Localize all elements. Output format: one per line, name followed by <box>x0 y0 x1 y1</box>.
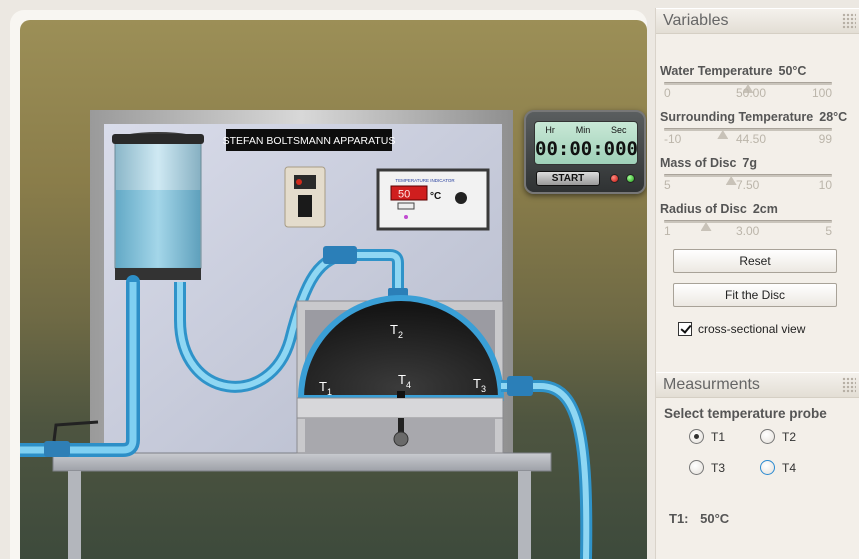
apparatus-scene: STEFAN BOLTSMANN APPARATUS TEMPERATURE I… <box>20 20 647 559</box>
slider-current: 3.00 <box>736 224 760 238</box>
variables-header[interactable]: Variables <box>656 8 859 34</box>
measurements-header[interactable]: Measurments <box>656 372 859 398</box>
fit-disc-button[interactable]: Fit the Disc <box>673 283 837 307</box>
stop-led-icon <box>610 174 619 183</box>
slider-thumb[interactable] <box>717 130 729 139</box>
probe-radio-t4[interactable]: T4 <box>760 460 796 475</box>
probe-radio-t2[interactable]: T2 <box>760 429 796 444</box>
variables-title: Variables <box>663 12 729 29</box>
table-leg-left <box>68 471 81 559</box>
var-label: Radius of Disc <box>660 202 747 216</box>
control-panel: Variables Water Temperature 50°C 0 50.00 … <box>655 8 859 559</box>
readout-value: 50°C <box>700 511 730 526</box>
var-label: Mass of Disc <box>660 156 737 170</box>
slider-current: 44.50 <box>736 132 767 146</box>
disc <box>397 391 405 398</box>
reset-button[interactable]: Reset <box>673 249 837 273</box>
cross-section-toggle[interactable]: cross-sectional view <box>678 322 805 336</box>
tank-lid <box>112 134 204 144</box>
timer-label-hr: Hr <box>545 125 555 135</box>
table-leg-right <box>518 471 531 559</box>
slider-min: -10 <box>664 132 682 146</box>
mass-of-disc-slider[interactable]: 5 7.50 10 <box>660 172 859 194</box>
readout-label: T1: <box>669 511 689 526</box>
var-mass-of-disc: Mass of Disc 7g 5 7.50 10 <box>660 156 859 194</box>
radio-button[interactable] <box>760 460 775 475</box>
surrounding-temperature-slider[interactable]: -10 44.50 99 <box>660 126 859 148</box>
var-radius-of-disc: Radius of Disc 2cm 1 3.00 5 <box>660 202 859 240</box>
slider-min: 1 <box>664 224 671 238</box>
var-value: 50°C <box>778 64 807 78</box>
indicator-brand: TEMPERATURE INDICATOR <box>395 178 455 183</box>
var-label: Water Temperature <box>660 64 773 78</box>
probe-select-title: Select temperature probe <box>664 406 827 421</box>
stopwatch-screen: Hr Min Sec 00:00:000 <box>534 121 638 165</box>
outlet-connector <box>507 376 533 396</box>
slider-min: 0 <box>664 86 671 100</box>
valve-body <box>44 441 70 457</box>
var-value: 7g <box>742 156 758 170</box>
base-plate <box>296 397 504 419</box>
slider-current: 50.00 <box>736 86 767 100</box>
radius-of-disc-slider[interactable]: 1 3.00 5 <box>660 218 859 240</box>
probe-radio-t1[interactable]: T1 <box>689 429 725 444</box>
var-label: Surrounding Temperature <box>660 110 814 124</box>
grip-icon <box>842 377 856 393</box>
var-value: 2cm <box>752 202 778 216</box>
apparatus-drawing: STEFAN BOLTSMANN APPARATUS TEMPERATURE I… <box>20 110 593 559</box>
slider-thumb[interactable] <box>700 222 712 231</box>
tank-water <box>116 190 200 268</box>
slider-max: 5 <box>825 224 832 238</box>
radio-button[interactable] <box>689 460 704 475</box>
indicator-unit: °C <box>430 191 441 202</box>
water-temperature-slider[interactable]: 0 50.00 100 <box>660 80 859 102</box>
slider-min: 5 <box>664 178 671 192</box>
stopwatch: Hr Min Sec 00:00:000 START <box>524 110 646 194</box>
timer-display: 00:00:000 <box>535 138 638 160</box>
start-button[interactable]: START <box>536 171 600 186</box>
probe-radio-t3[interactable]: T3 <box>689 460 725 475</box>
radio-label: T4 <box>782 460 797 475</box>
radio-label: T1 <box>711 429 726 444</box>
var-water-temperature: Water Temperature 50°C 0 50.00 100 <box>660 64 859 102</box>
apparatus-title: STEFAN BOLTSMANN APPARATUS <box>223 135 396 147</box>
grip-icon <box>842 13 856 29</box>
radio-button[interactable] <box>760 429 775 444</box>
timer-label-min: Min <box>575 125 591 135</box>
slider-max: 99 <box>818 132 832 146</box>
cross-section-checkbox[interactable] <box>678 322 692 336</box>
slider-current: 7.50 <box>736 178 760 192</box>
timer-label-sec: Sec <box>611 125 627 135</box>
radio-label: T2 <box>782 429 797 444</box>
var-surrounding-temperature: Surrounding Temperature 28°C -10 44.50 99 <box>660 110 859 148</box>
simulation-stage: STEFAN BOLTSMANN APPARATUS TEMPERATURE I… <box>10 10 647 559</box>
power-switch <box>298 195 312 217</box>
probe-readout: T1: 50°C <box>669 511 729 526</box>
radio-button[interactable] <box>689 429 704 444</box>
measurements-title: Measurments <box>663 376 760 393</box>
slider-max: 100 <box>811 86 832 100</box>
var-value: 28°C <box>819 110 848 124</box>
slider-max: 10 <box>818 178 832 192</box>
disc-holder <box>393 431 409 447</box>
indicator-value: 50 <box>398 189 410 201</box>
run-led-icon <box>626 174 635 183</box>
radio-label: T3 <box>711 460 726 475</box>
cross-section-label: cross-sectional view <box>698 322 806 336</box>
indicator-knob <box>455 192 467 204</box>
